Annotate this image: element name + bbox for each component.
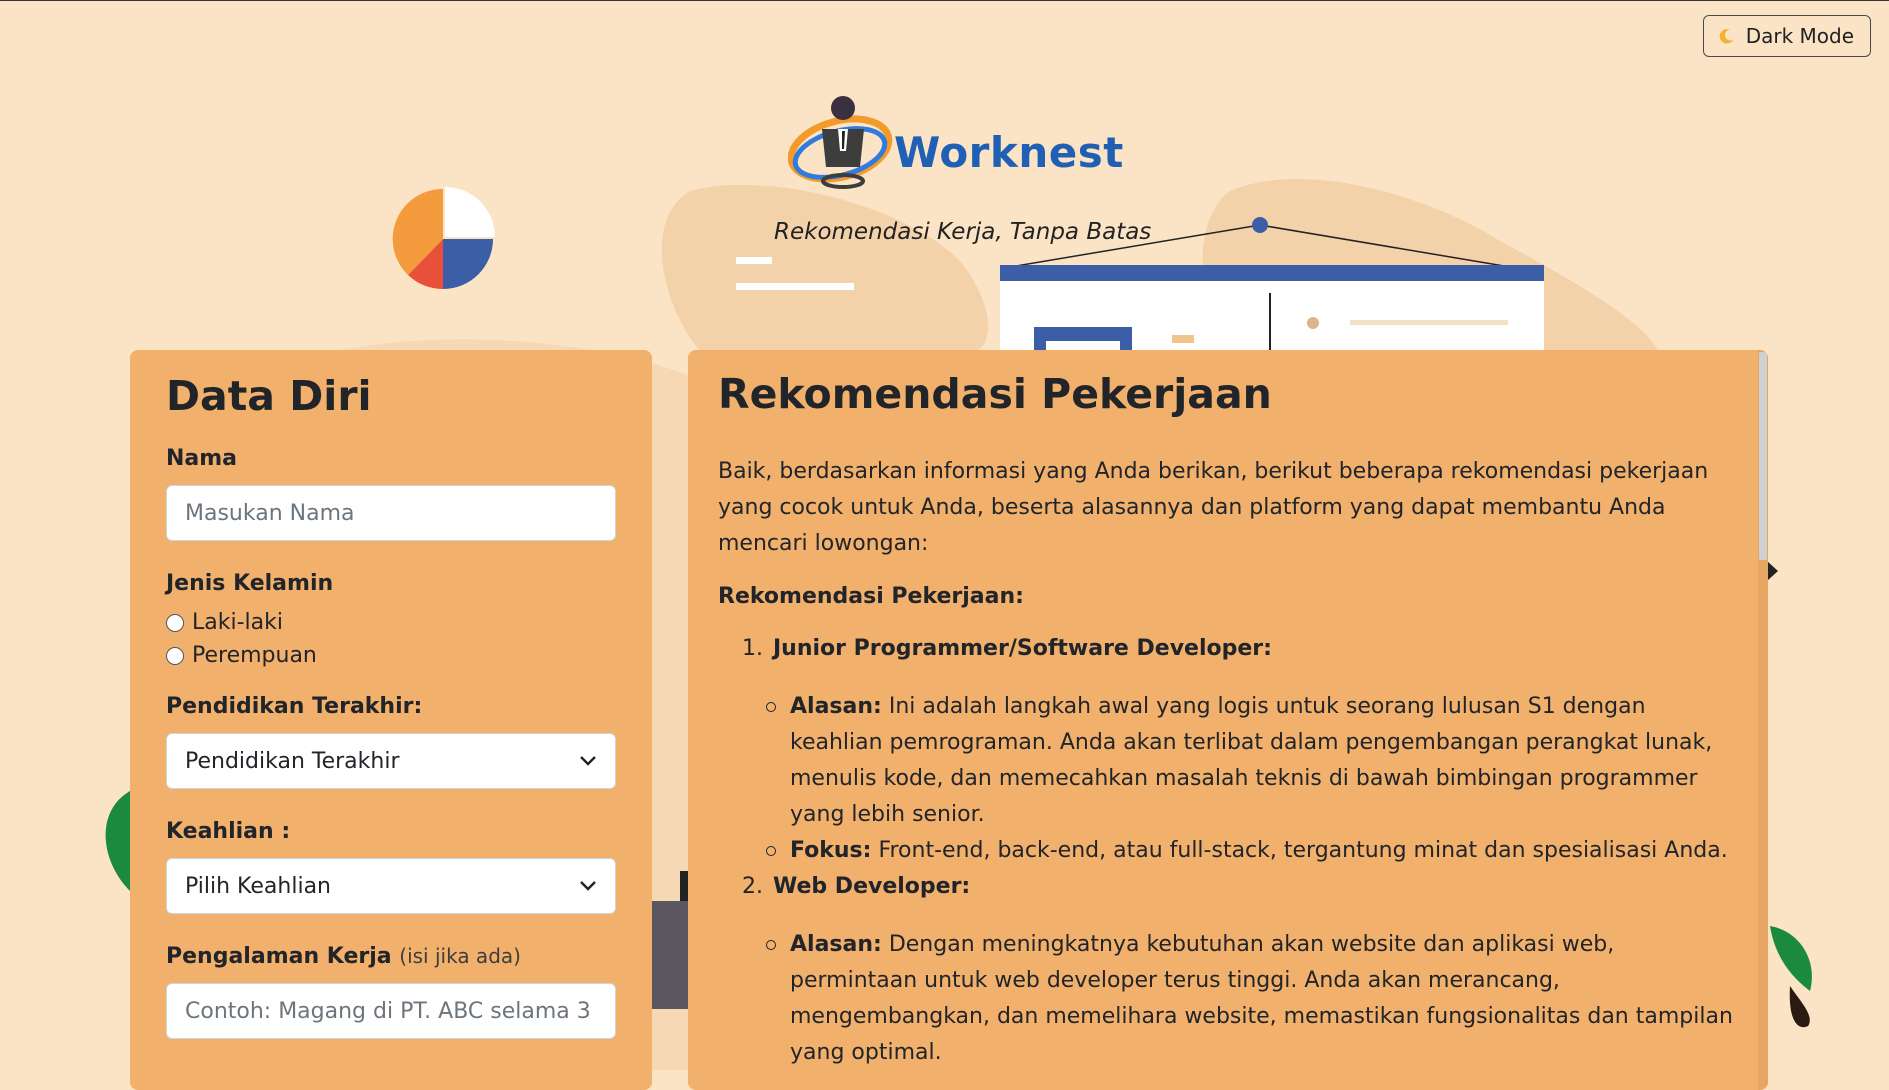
arrow-marker: [1767, 561, 1778, 581]
job-number: 2.: [742, 874, 763, 899]
job-number: 1.: [742, 636, 763, 661]
focus-label: Fokus:: [790, 838, 872, 863]
radio-female[interactable]: [166, 646, 184, 665]
experience-label-text: Pengalaman Kerja: [166, 944, 392, 969]
skill-label: Keahlian :: [166, 819, 291, 844]
background-blob-left: [661, 184, 989, 353]
job-focus: Fokus: Front-end, back-end, atau full-st…: [766, 833, 1738, 869]
skill-select[interactable]: Pilih Keahlian: [166, 858, 616, 914]
education-select[interactable]: Pendidikan Terakhir: [166, 733, 616, 789]
reason-text: Ini adalah langkah awal yang logis untuk…: [790, 694, 1713, 827]
radio-male[interactable]: [166, 613, 184, 632]
recommendation-subheading: Rekomendasi Pekerjaan:: [718, 584, 1024, 609]
job-details-2: Alasan: Dengan meningkatnya kebutuhan ak…: [718, 927, 1738, 1071]
job-reason: Alasan: Ini adalah langkah awal yang log…: [766, 689, 1738, 833]
education-select-value: Pendidikan Terakhir: [185, 748, 400, 774]
job-title: Junior Programmer/Software Developer:: [773, 636, 1272, 661]
name-input[interactable]: Masukan Nama: [166, 485, 616, 541]
job-reason: Alasan: Dengan meningkatnya kebutuhan ak…: [766, 927, 1738, 1071]
gender-option-female-label: Perempuan: [192, 643, 317, 668]
gender-option-female[interactable]: Perempuan: [166, 643, 616, 668]
recommendation-intro: Baik, berdasarkan informasi yang Anda be…: [718, 459, 1709, 556]
recommendation-panel[interactable]: Rekomendasi Pekerjaan Baik, berdasarkan …: [688, 350, 1768, 1090]
job-item-2: 2. Web Developer:: [742, 869, 1738, 905]
moon-icon: [1719, 29, 1733, 44]
dark-mode-button[interactable]: Dark Mode: [1702, 15, 1871, 57]
reason-text: Dengan meningkatnya kebutuhan akan websi…: [790, 932, 1733, 1065]
focus-text: Front-end, back-end, atau full-stack, te…: [878, 838, 1728, 863]
panel-scrollbar[interactable]: [1758, 350, 1768, 1090]
plant-pot-right: [1789, 986, 1810, 1028]
decor-line-short: [736, 257, 772, 264]
brand-name: Worknest: [894, 127, 1124, 177]
personal-data-form: Data Diri Nama Masukan Nama Jenis Kelami…: [130, 350, 652, 1090]
experience-hint: (isi jika ada): [399, 944, 521, 968]
scrollbar-thumb[interactable]: [1759, 352, 1767, 560]
worknest-logo-icon: [788, 96, 893, 189]
job-item-1: 1. Junior Programmer/Software Developer:: [742, 631, 1738, 667]
recommendation-content: Baik, berdasarkan informasi yang Anda be…: [718, 454, 1738, 1071]
pie-chart-icon: [392, 187, 495, 290]
gender-label: Jenis Kelamin: [166, 571, 334, 596]
reason-label: Alasan:: [790, 932, 882, 957]
brand-tagline: Rekomendasi Kerja, Tanpa Batas: [774, 219, 1152, 245]
skill-select-value: Pilih Keahlian: [185, 873, 331, 899]
education-label: Pendidikan Terakhir:: [166, 694, 423, 719]
plant-leaf-right: [1770, 926, 1812, 991]
form-title: Data Diri: [166, 372, 372, 420]
job-details-1: Alasan: Ini adalah langkah awal yang log…: [718, 689, 1738, 869]
gender-option-male[interactable]: Laki-laki: [166, 610, 616, 635]
gender-option-male-label: Laki-laki: [192, 610, 283, 635]
job-title: Web Developer:: [773, 874, 971, 899]
plant-leaf-left: [105, 791, 130, 891]
experience-input[interactable]: Contoh: Magang di PT. ABC selama 3: [166, 983, 616, 1039]
name-placeholder: Masukan Nama: [185, 500, 355, 526]
chevron-down-icon: [580, 881, 596, 891]
experience-label: Pengalaman Kerja (isi jika ada): [166, 944, 616, 969]
chevron-down-icon: [580, 756, 596, 766]
gender-radio-group: Laki-laki Perempuan: [166, 610, 616, 668]
experience-placeholder: Contoh: Magang di PT. ABC selama 3: [185, 998, 591, 1024]
recommendation-title: Rekomendasi Pekerjaan: [718, 370, 1272, 418]
chair-shape: [652, 901, 690, 1009]
dark-mode-label: Dark Mode: [1745, 24, 1854, 48]
name-label: Nama: [166, 446, 238, 471]
brand-header: Worknest: [788, 93, 1124, 201]
reason-label: Alasan:: [790, 694, 882, 719]
decor-line-long: [736, 283, 854, 290]
